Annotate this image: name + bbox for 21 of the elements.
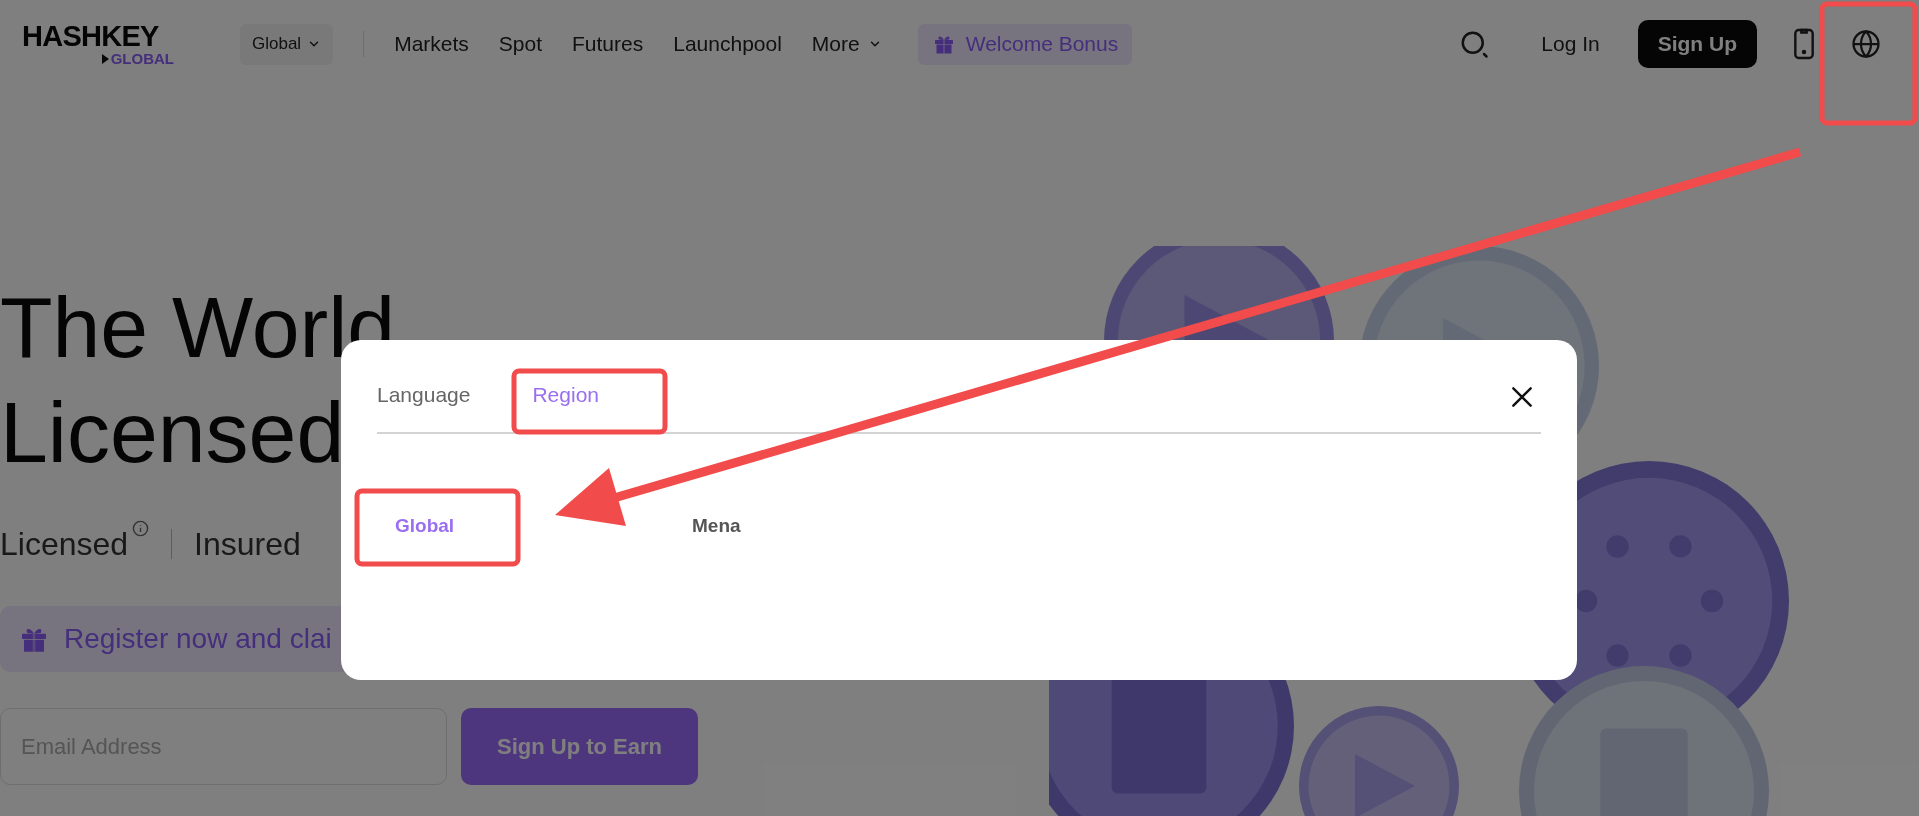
- dialog-tab[interactable]: Region: [532, 378, 599, 410]
- nav-link[interactable]: Spot: [498, 28, 543, 60]
- promo-text: Register now and clai: [64, 622, 332, 656]
- dialog-tab[interactable]: Language: [377, 378, 471, 410]
- logo-wordmark: HASHKEY: [22, 22, 160, 51]
- welcome-bonus-link[interactable]: Welcome Bonus: [917, 23, 1133, 65]
- region-option[interactable]: Global: [377, 512, 674, 541]
- sign-up-to-earn-button[interactable]: Sign Up to Earn: [461, 708, 698, 785]
- feature-label: Licensed: [0, 525, 129, 564]
- log-in-link[interactable]: Log In: [1541, 28, 1600, 60]
- logo[interactable]: HASHKEY GLOBAL: [22, 22, 182, 66]
- nav-link[interactable]: Futures: [572, 28, 644, 60]
- nav-link[interactable]: Launchpool: [673, 28, 782, 60]
- region-dropdown[interactable]: Global: [240, 23, 334, 65]
- hero-title: Licensed: [0, 383, 345, 482]
- feature-label: Insured: [194, 525, 301, 564]
- logo-subtitle: GLOBAL: [101, 51, 174, 66]
- region-option[interactable]: Mena: [674, 512, 971, 541]
- nav-link[interactable]: More: [811, 28, 882, 60]
- nav-link[interactable]: Markets: [394, 28, 469, 60]
- sign-up-button[interactable]: Sign Up: [1637, 20, 1757, 68]
